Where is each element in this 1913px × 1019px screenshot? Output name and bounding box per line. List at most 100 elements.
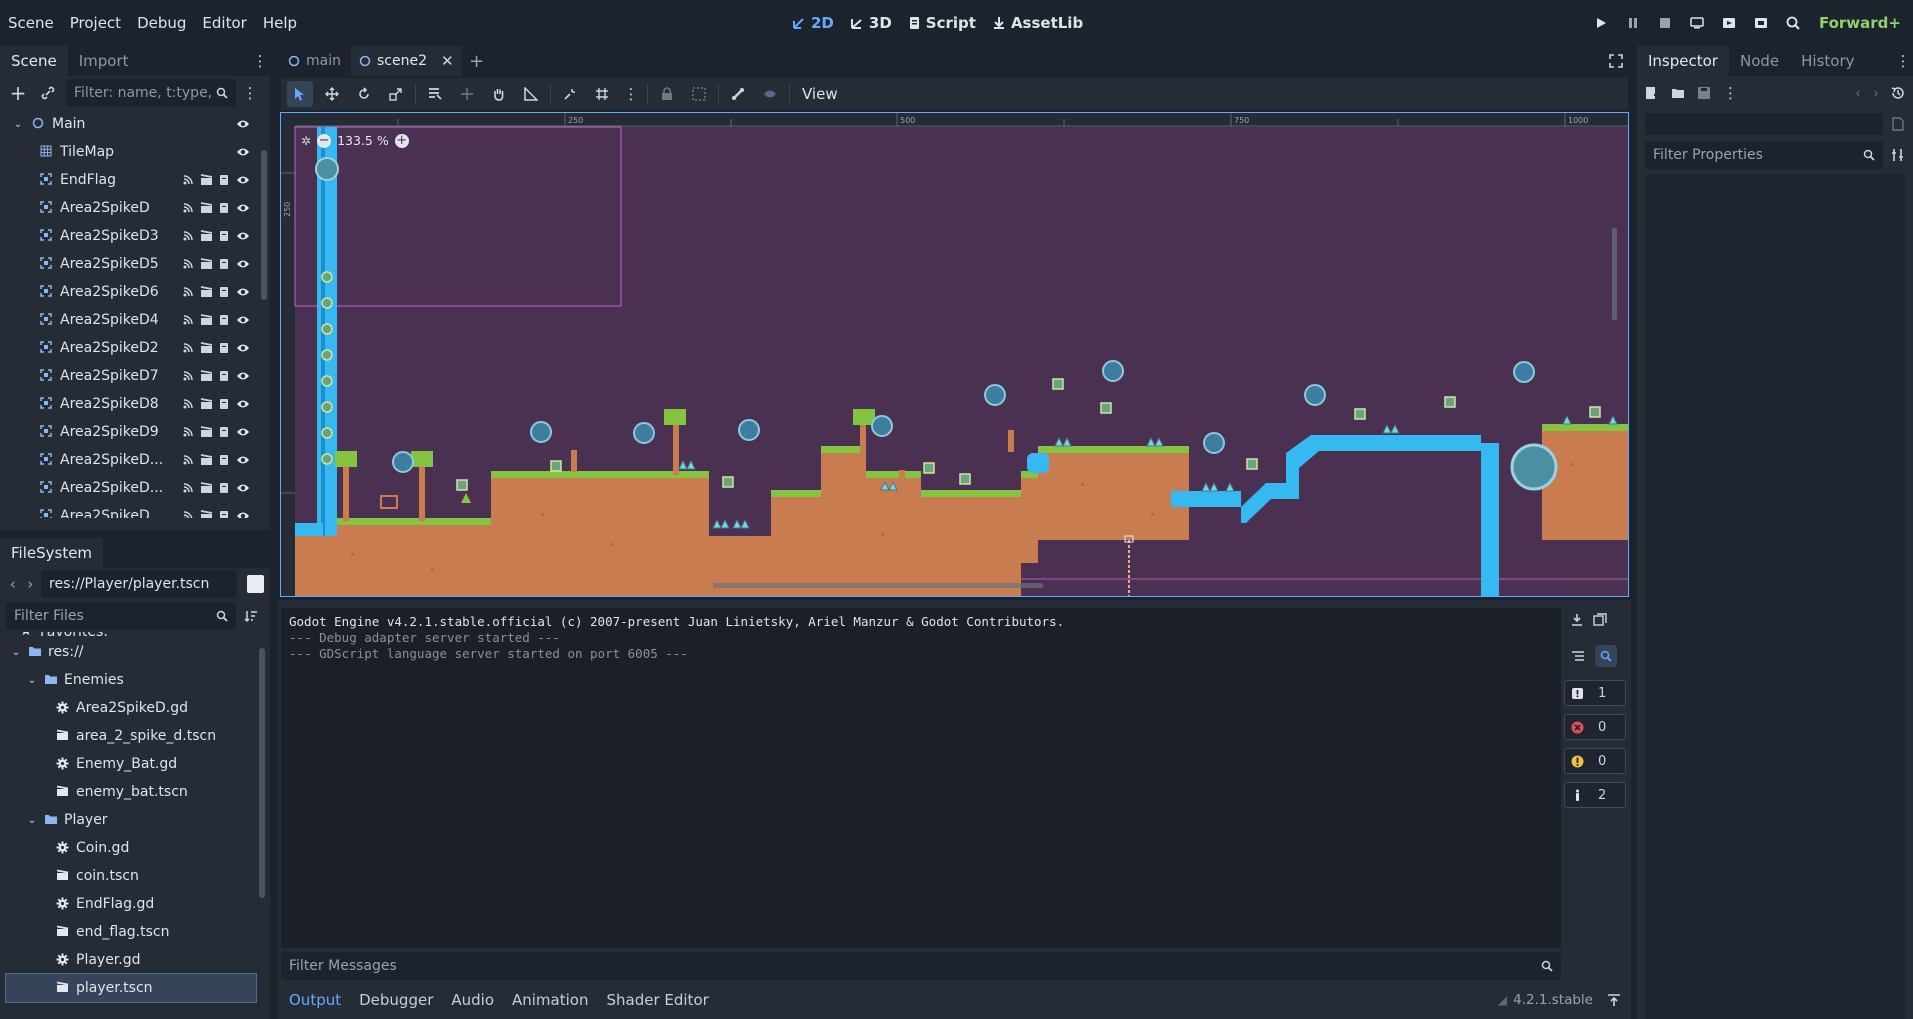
object-selector[interactable] [1645,113,1883,135]
ruler-tool-button[interactable] [518,87,544,101]
add-node-button[interactable]: + [6,81,30,105]
script-icon[interactable] [219,454,230,466]
open-scene-icon[interactable] [200,454,213,466]
split-mode-button[interactable] [246,575,264,593]
scene-node-4[interactable]: Area2SpikeD3 [8,222,250,250]
script-icon[interactable] [219,510,230,518]
visibility-eye-icon[interactable] [236,398,250,410]
visibility-eye-icon[interactable] [236,174,250,186]
distraction-free-icon[interactable] [1601,54,1631,68]
script-icon[interactable] [219,314,230,326]
scene-node-6[interactable]: Area2SpikeD6 [8,278,250,306]
resource-options-icon[interactable]: ⋮ [1723,84,1738,102]
collapse-arrow-icon[interactable]: ⌄ [26,815,38,826]
open-scene-icon[interactable] [200,202,213,214]
file-item-8[interactable]: Coin.gd [6,834,256,862]
file-item-9[interactable]: coin.tscn [6,862,256,890]
back-icon[interactable]: ‹ [6,575,20,593]
center-view-icon[interactable]: ✲ [301,134,311,148]
zoom-level[interactable]: 133.5 % [337,133,389,148]
open-scene-icon[interactable] [200,314,213,326]
script-icon[interactable] [219,426,230,438]
file-item-11[interactable]: end_flag.tscn [6,918,256,946]
file-tree-scrollbar[interactable] [259,648,265,898]
visibility-eye-icon[interactable] [236,146,250,158]
visibility-eye-icon[interactable] [236,314,250,326]
scene-node-2[interactable]: EndFlag [8,166,250,194]
camera-override-button[interactable] [757,87,783,101]
doc-icon[interactable] [1891,117,1905,131]
signal-icon[interactable] [182,258,194,270]
tab-audio[interactable]: Audio [442,984,503,1016]
remote-debug-button[interactable] [1681,0,1713,46]
file-item-10[interactable]: EndFlag.gd [6,890,256,918]
copy-log-icon[interactable] [1571,613,1583,627]
skeleton-button[interactable] [725,87,751,101]
file-item-13[interactable]: player.tscn [5,973,257,1003]
visibility-eye-icon[interactable] [236,286,250,298]
signal-icon[interactable] [182,510,194,518]
visibility-eye-icon[interactable] [236,510,250,518]
visibility-eye-icon[interactable] [236,342,250,354]
file-item-1[interactable]: ⌄ res:// [6,638,256,666]
workspace-script-button[interactable]: Script [900,0,984,46]
script-icon[interactable] [219,342,230,354]
dock-menu-icon[interactable]: ⋮ [250,52,270,70]
signal-icon[interactable] [182,454,194,466]
script-icon[interactable] [219,230,230,242]
rotate-tool-button[interactable] [351,87,377,101]
renderer-dropdown[interactable]: Forward+ [1819,14,1901,32]
workspace-3d-button[interactable]: 3D [842,0,900,46]
scene-tree-scrollbar[interactable] [261,150,267,300]
file-item-3[interactable]: Area2SpikeD.gd [6,694,256,722]
script-icon[interactable] [219,258,230,270]
tab-debugger[interactable]: Debugger [350,984,442,1016]
scene-node-7[interactable]: Area2SpikeD4 [8,306,250,334]
path-field[interactable]: res://Player/player.tscn [41,570,237,598]
open-scene-icon[interactable] [200,286,213,298]
signal-icon[interactable] [182,426,194,438]
scene-options-icon[interactable]: ⋮ [242,84,258,102]
open-scene-icon[interactable] [200,510,213,518]
visibility-eye-icon[interactable] [236,426,250,438]
scale-tool-button[interactable] [383,87,409,101]
new-resource-icon[interactable] [1645,86,1659,100]
open-scene-icon[interactable] [200,370,213,382]
open-resource-icon[interactable] [1671,86,1685,100]
workspace-2d-button[interactable]: 2D [784,0,842,46]
menu-project[interactable]: Project [62,0,129,46]
tab-history[interactable]: History [1790,46,1865,76]
scene-node-3[interactable]: Area2SpikeD [8,194,250,222]
select-tool-button[interactable] [287,81,313,107]
scene-node-13[interactable]: Area2SpikeD... [8,474,250,502]
scene-node-1[interactable]: TileMap [8,138,250,166]
open-scene-icon[interactable] [200,426,213,438]
property-tools-icon[interactable] [1891,148,1905,162]
visibility-eye-icon[interactable] [236,258,250,270]
scene-node-5[interactable]: Area2SpikeD5 [8,250,250,278]
menu-editor[interactable]: Editor [194,0,254,46]
canvas-viewport[interactable]: 250 500 750 1000 250 ✲ − 133.5 % + [281,113,1628,596]
tab-inspector[interactable]: Inspector [1637,46,1729,76]
workspace-assetlib-button[interactable]: AssetLib [984,0,1091,46]
smart-snap-button[interactable] [557,87,583,101]
signal-icon[interactable] [182,286,194,298]
search-toggle-icon[interactable] [1595,645,1617,667]
collapse-arrow-icon[interactable]: ⌄ [12,119,24,130]
group-button[interactable] [686,87,712,101]
menu-help[interactable]: Help [255,0,305,46]
visibility-eye-icon[interactable] [236,230,250,242]
warning-filter-toggle[interactable]: 0 [1564,748,1626,774]
message-filter-toggle[interactable]: 1 [1564,680,1626,706]
signal-icon[interactable] [182,230,194,242]
output-log[interactable]: Godot Engine v4.2.1.stable.official (c) … [281,608,1561,948]
open-scene-icon[interactable] [200,342,213,354]
forward-icon[interactable]: › [24,575,38,593]
tab-output[interactable]: Output [280,984,350,1016]
open-scene-icon[interactable] [200,174,213,186]
link-icon[interactable] [36,86,60,100]
menu-debug[interactable]: Debug [129,0,194,46]
info-filter-toggle[interactable]: 2 [1564,782,1626,808]
play-button[interactable] [1585,0,1617,46]
signal-icon[interactable] [182,482,194,494]
